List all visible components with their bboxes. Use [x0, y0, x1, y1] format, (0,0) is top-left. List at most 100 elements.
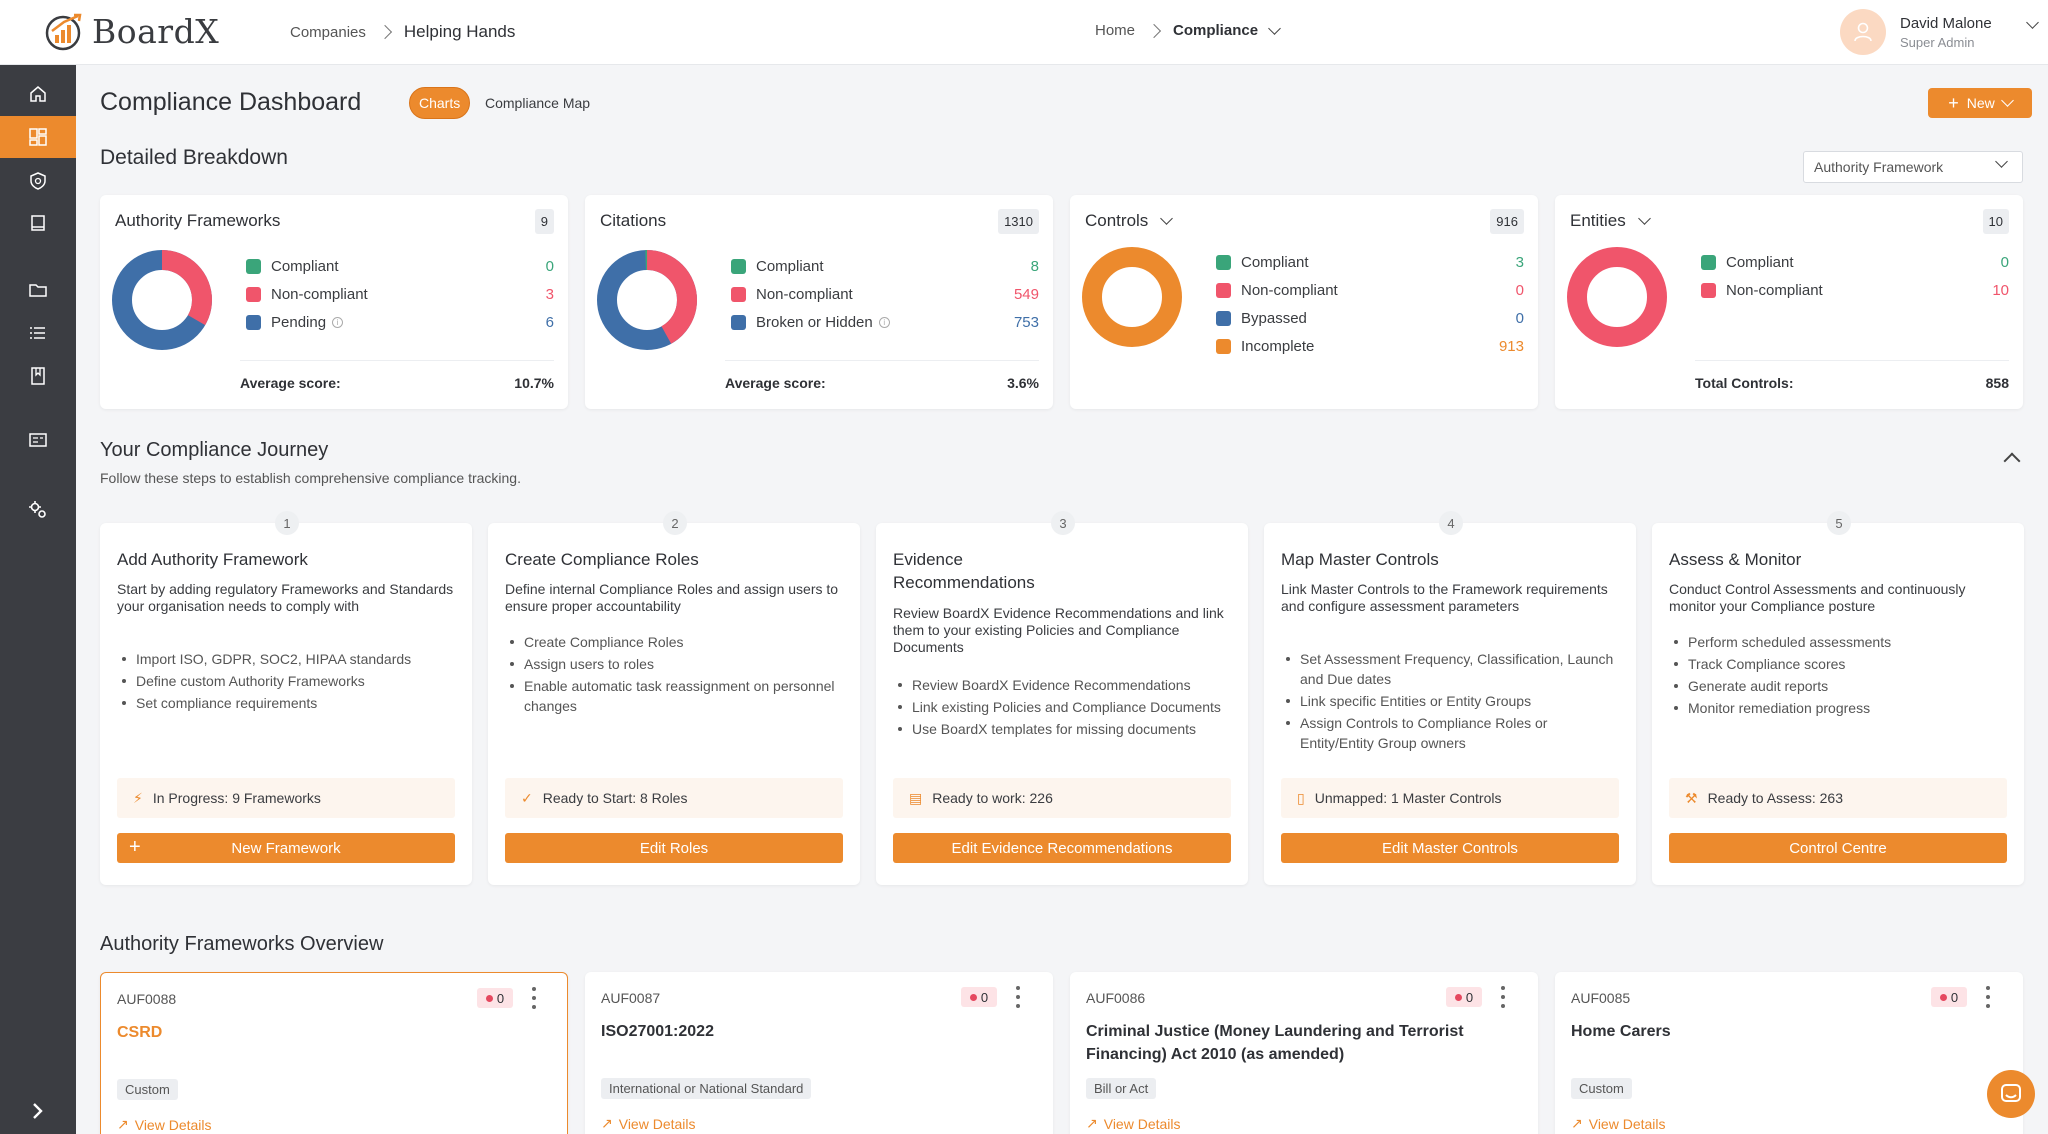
- stat-card-title[interactable]: Entities: [1570, 211, 1651, 231]
- book-icon: [31, 215, 45, 231]
- framework-card[interactable]: AUF0088 0 CSRD Custom ↗ View Details: [100, 972, 568, 1134]
- framework-type-tag: International or National Standard: [601, 1078, 812, 1099]
- external-link-icon: ↗: [117, 1116, 129, 1132]
- chevron-right-icon: [1146, 23, 1162, 38]
- view-details-link[interactable]: ↗ View Details: [601, 1115, 696, 1132]
- step-title: Map Master Controls: [1281, 550, 1439, 569]
- stat-card-controls: Controls 916 Compliant 3 Non-compliant 0 B…: [1070, 195, 1538, 409]
- more-options-icon[interactable]: [1985, 986, 1991, 1008]
- tab-charts[interactable]: Charts: [409, 87, 471, 119]
- sidebar-item-library[interactable]: [0, 202, 76, 244]
- framework-filter-select[interactable]: Authority Framework: [1803, 151, 2023, 183]
- user-name: David Malone: [1900, 14, 1992, 32]
- chevron-down-icon: [2000, 94, 2014, 107]
- more-options-icon[interactable]: [1500, 986, 1506, 1008]
- chevron-down-icon[interactable]: [1637, 212, 1651, 225]
- chevron-right-icon: [377, 24, 392, 40]
- list-item: Perform scheduled assessments: [1674, 632, 2008, 652]
- list-item: Link specific Entities or Entity Groups: [1286, 691, 1620, 711]
- new-button[interactable]: + New: [1928, 88, 2032, 118]
- new-framework-button[interactable]: + New Framework: [117, 833, 455, 863]
- chart-legend: Compliant 3 Non-compliant 0 Bypassed 0 Inco…: [1216, 248, 1524, 360]
- chart-legend: Compliant 0 Non-compliant 3 Pending i 6: [246, 252, 554, 336]
- user-icon: [1854, 22, 1872, 42]
- framework-name[interactable]: ISO27001:2022: [601, 1020, 1031, 1043]
- sidebar-item-settings[interactable]: [0, 489, 76, 531]
- framework-id: AUF0086: [1086, 990, 1146, 1006]
- step-title: Assess & Monitor: [1669, 550, 1802, 569]
- status-badge: 0: [961, 987, 997, 1007]
- step-status: ⚡ In Progress: 9 Frameworks: [117, 778, 455, 818]
- sidebar-expand-button[interactable]: [0, 1088, 76, 1134]
- sidebar-item-list[interactable]: [0, 312, 76, 354]
- stat-card-footer: Average score: 10.7%: [240, 360, 554, 391]
- edit-evidence-recommendations-button[interactable]: Edit Evidence Recommendations: [893, 833, 1231, 863]
- list-item: Link existing Policies and Compliance Do…: [898, 697, 1232, 717]
- dashboard-icon: [29, 128, 47, 146]
- list-item: Use BoardX templates for missing documen…: [898, 719, 1232, 739]
- list-item: Define custom Authority Frameworks: [122, 671, 456, 691]
- chevron-down-icon: [1995, 155, 2008, 168]
- view-details-link[interactable]: ↗ View Details: [1571, 1115, 1666, 1132]
- lightning-icon: ⚡: [133, 789, 143, 806]
- framework-name[interactable]: CSRD: [117, 1021, 547, 1044]
- framework-type-tag: Custom: [1571, 1078, 1632, 1099]
- step-checklist: Perform scheduled assessments Track Comp…: [1674, 632, 2008, 720]
- chat-support-button[interactable]: [1987, 1070, 2035, 1118]
- journey-step-4: 4 Map Master Controls Link Master Contro…: [1264, 511, 1636, 885]
- more-options-icon[interactable]: [1015, 986, 1021, 1008]
- breadcrumb-companies[interactable]: Companies: [290, 24, 366, 41]
- chevron-down-icon[interactable]: [1268, 21, 1281, 35]
- control-centre-button[interactable]: Control Centre: [1669, 833, 2007, 863]
- sidebar-item-documents[interactable]: [0, 269, 76, 311]
- list-item: Set compliance requirements: [122, 693, 456, 713]
- tab-compliance-map[interactable]: Compliance Map: [476, 87, 599, 119]
- sidebar-item-security[interactable]: [0, 160, 76, 202]
- user-menu[interactable]: David Malone Super Admin: [1840, 9, 2039, 55]
- legend-row-compliant: Compliant 0: [246, 252, 554, 280]
- boardx-logo[interactable]: BoardX: [44, 12, 219, 51]
- info-icon[interactable]: i: [878, 316, 890, 328]
- journey-step-3: 3 Evidence Recommendations Review BoardX…: [876, 511, 1248, 885]
- view-details-link[interactable]: ↗ View Details: [1086, 1115, 1181, 1132]
- step-description: Conduct Control Assessments and continuo…: [1669, 581, 1966, 614]
- sidebar-item-records[interactable]: [0, 355, 76, 397]
- frameworks-overview-title: Authority Frameworks Overview: [100, 933, 384, 955]
- sidebar-item-people[interactable]: [0, 419, 76, 461]
- stat-card-title[interactable]: Controls: [1085, 211, 1174, 231]
- home-icon: [30, 86, 46, 102]
- avatar[interactable]: [1840, 9, 1886, 55]
- framework-card[interactable]: AUF0085 0 Home Carers Custom ↗ View Detai…: [1555, 972, 2023, 1134]
- framework-name[interactable]: Criminal Justice (Money Laundering and T…: [1086, 1020, 1516, 1066]
- step-checklist: Review BoardX Evidence Recommendations L…: [898, 675, 1232, 741]
- file-icon: ▯: [1297, 789, 1305, 806]
- view-details-link[interactable]: ↗ View Details: [117, 1116, 212, 1133]
- sidebar-item-home[interactable]: [0, 73, 76, 115]
- chevron-down-icon[interactable]: [2026, 16, 2039, 29]
- framework-name[interactable]: Home Carers: [1571, 1020, 2001, 1043]
- step-checklist: Import ISO, GDPR, SOC2, HIPAA standards …: [122, 649, 456, 715]
- donut-chart: [112, 250, 212, 350]
- info-icon[interactable]: i: [332, 316, 344, 328]
- sidebar-item-dashboard[interactable]: [0, 116, 76, 158]
- stat-card-authority-frameworks: Authority Frameworks 9 Compliant 0 Non-co…: [100, 195, 568, 409]
- breakdown-title: Detailed Breakdown: [100, 146, 288, 169]
- step-status: ✓ Ready to Start: 8 Roles: [505, 778, 843, 818]
- step-status: ⚒ Ready to Assess: 263: [1669, 778, 2007, 818]
- breadcrumb-compliance[interactable]: Compliance: [1173, 22, 1258, 39]
- more-options-icon[interactable]: [531, 987, 537, 1009]
- chevron-up-icon[interactable]: [2003, 452, 2021, 470]
- edit-roles-button[interactable]: Edit Roles: [505, 833, 843, 863]
- user-role: Super Admin: [1900, 34, 1975, 50]
- journey-title: Your Compliance Journey: [100, 439, 329, 461]
- breadcrumb-home[interactable]: Home: [1095, 22, 1135, 39]
- framework-card[interactable]: AUF0086 0 Criminal Justice (Money Launde…: [1070, 972, 1538, 1134]
- framework-card[interactable]: AUF0087 0 ISO27001:2022 International or…: [585, 972, 1053, 1134]
- chevron-down-icon[interactable]: [1160, 212, 1174, 225]
- legend-row-compliant: Compliant 3: [1216, 248, 1524, 276]
- framework-id: AUF0088: [117, 991, 177, 1007]
- breadcrumb-company-current[interactable]: Helping Hands: [404, 22, 516, 42]
- legend-row-bypassed: Bypassed 0: [1216, 304, 1524, 332]
- edit-master-controls-button[interactable]: Edit Master Controls: [1281, 833, 1619, 863]
- document-icon: ▤: [909, 789, 923, 806]
